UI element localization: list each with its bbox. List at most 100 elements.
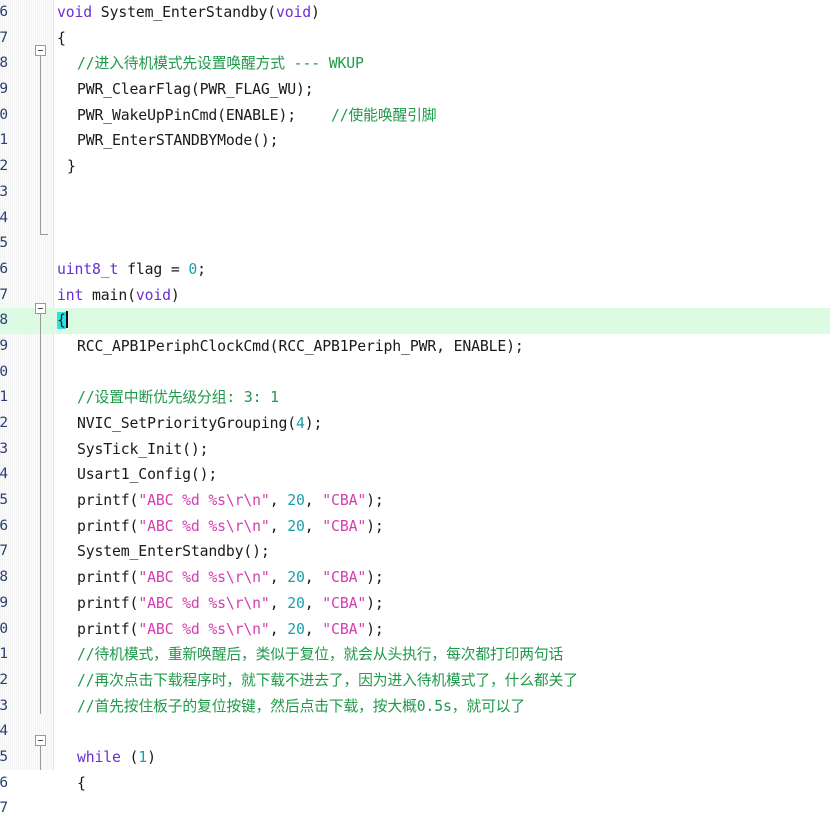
token-call: PWR_WakeUpPinCmd(ENABLE); (77, 106, 296, 124)
token-punct: ); (366, 492, 384, 510)
token-type: int (57, 286, 84, 304)
code-content: void System_EnterStandby(void) (57, 0, 320, 26)
token-punct: ); (366, 620, 384, 638)
token-string: "CBA" (322, 620, 367, 638)
code-content: uint8_t flag = 0; (57, 257, 206, 283)
token-punct: , (304, 492, 323, 510)
code-content: { (57, 26, 66, 52)
code-content: printf("ABC %d %s\r\n", 20, "CBA"); (77, 514, 384, 540)
code-line-33[interactable]: 33 SysTick_Init(); (0, 437, 830, 463)
line-number: 29 (0, 337, 8, 354)
token-call: PWR_EnterSTANDBYMode(); (77, 132, 279, 150)
code-content: printf("ABC %d %s\r\n", 20, "CBA"); (77, 565, 384, 591)
code-content: int main(void) (57, 283, 180, 309)
code-line-23[interactable]: 23 (0, 180, 830, 206)
token-identifier: flag = (118, 260, 189, 278)
code-line-19[interactable]: 19 PWR_ClearFlag(PWR_FLAG_WU); (0, 77, 830, 103)
line-number: 42 (0, 671, 8, 688)
code-line-40[interactable]: 40 printf("ABC %d %s\r\n", 20, "CBA"); (0, 617, 830, 643)
line-number: 26 (0, 260, 8, 277)
code-content: RCC_APB1PeriphClockCmd(RCC_APB1Periph_PW… (77, 334, 524, 360)
code-content: PWR_EnterSTANDBYMode(); (77, 128, 279, 154)
token-punct: , (269, 569, 288, 587)
token-punct: , (269, 517, 288, 535)
token-brace-match: { (57, 312, 66, 330)
fold-toggle-line-28[interactable] (35, 303, 46, 314)
line-number: 16 (0, 4, 8, 20)
token-keyword: void (57, 4, 93, 21)
token-number: 4 (295, 415, 305, 432)
token-comment: //使能唤醒引脚 (331, 106, 437, 124)
line-number: 36 (0, 517, 8, 534)
code-line-21[interactable]: 21 PWR_EnterSTANDBYMode(); (0, 128, 830, 154)
code-line-47[interactable]: 47 (0, 796, 830, 822)
code-line-22[interactable]: 22 } (0, 154, 830, 180)
code-content: //待机模式，重新唤醒后，类似于复位，就会从头执行，每次都打印两句话 (77, 642, 563, 668)
line-number: 17 (0, 29, 8, 46)
line-number: 37 (0, 543, 8, 560)
code-content: } (67, 154, 76, 180)
line-number: 27 (0, 286, 8, 303)
code-line-27[interactable]: 27 int main(void) (0, 283, 830, 309)
code-line-31[interactable]: 31 //设置中断优先级分组: 3: 1 (0, 385, 830, 411)
code-content: printf("ABC %d %s\r\n", 20, "CBA"); (77, 617, 384, 643)
token-brace: } (67, 158, 76, 176)
line-number: 43 (0, 697, 8, 714)
code-line-29[interactable]: 29 RCC_APB1PeriphClockCmd(RCC_APB1Periph… (0, 334, 830, 360)
code-line-43[interactable]: 43 //首先按住板子的复位按键，然后点击下载，按大概0.5s，就可以了 (0, 694, 830, 720)
token-comment: //再次点击下载程序时，就下载不进去了，因为进入待机模式了，什么都关了 (77, 671, 578, 689)
code-line-37[interactable]: 37 System_EnterStandby(); (0, 539, 830, 565)
code-line-41[interactable]: 41 //待机模式，重新唤醒后，类似于复位，就会从头执行，每次都打印两句话 (0, 642, 830, 668)
code-content: //再次点击下载程序时，就下载不进去了，因为进入待机模式了，什么都关了 (77, 668, 578, 694)
code-line-32[interactable]: 32 NVIC_SetPriorityGrouping(4); (0, 411, 830, 437)
token-number: 20 (287, 620, 305, 638)
token-identifier: System_EnterStandby (92, 4, 268, 21)
token-string: "ABC %d %s\r\n" (138, 492, 270, 510)
token-call: SysTick_Init(); (77, 440, 209, 458)
token-call: printf( (77, 594, 139, 612)
line-number: 46 (0, 774, 8, 791)
token-call: PWR_ClearFlag(PWR_FLAG_WU); (77, 81, 314, 99)
code-line-42[interactable]: 42 //再次点击下载程序时，就下载不进去了，因为进入待机模式了，什么都关了 (0, 668, 830, 694)
line-number: 28 (0, 312, 8, 329)
token-call: NVIC_SetPriorityGrouping( (77, 415, 296, 432)
code-line-17[interactable]: 17 { (0, 26, 830, 52)
code-line-38[interactable]: 38 printf("ABC %d %s\r\n", 20, "CBA"); (0, 565, 830, 591)
code-line-36[interactable]: 36 printf("ABC %d %s\r\n", 20, "CBA"); (0, 514, 830, 540)
code-line-45[interactable]: 45 while (1) (0, 745, 830, 771)
code-content: SysTick_Init(); (77, 437, 209, 463)
code-line-39[interactable]: 39 printf("ABC %d %s\r\n", 20, "CBA"); (0, 591, 830, 617)
token-string: "ABC %d %s\r\n" (138, 517, 270, 535)
code-line-16[interactable]: 16 void System_EnterStandby(void) (0, 0, 830, 26)
code-line-34[interactable]: 34 Usart1_Config(); (0, 462, 830, 488)
line-number: 30 (0, 363, 8, 380)
code-line-18[interactable]: 18 //进入待机模式先设置唤醒方式 --- WKUP (0, 51, 830, 77)
code-content: while (1) (77, 745, 156, 771)
code-line-24[interactable]: 24 (0, 206, 830, 232)
line-number: 47 (0, 800, 8, 817)
line-number: 38 (0, 569, 8, 586)
fold-toggle-line-46[interactable] (35, 735, 46, 746)
token-comment: //首先按住板子的复位按键，然后点击下载，按大概0.5s，就可以了 (77, 697, 526, 715)
line-number: 19 (0, 81, 8, 98)
fold-toggle-line-17[interactable] (35, 45, 46, 56)
token-brace: { (57, 29, 66, 47)
code-line-26[interactable]: 26 uint8_t flag = 0; (0, 257, 830, 283)
token-punct: , (269, 594, 288, 612)
code-line-20[interactable]: 20 PWR_WakeUpPinCmd(ENABLE); //使能唤醒引脚 (0, 103, 830, 129)
code-line-25[interactable]: 25 (0, 231, 830, 257)
token-number: 0 (188, 260, 198, 278)
token-identifier: main (83, 286, 128, 304)
code-line-46[interactable]: 46 { (0, 771, 830, 797)
token-number: 1 (138, 748, 148, 766)
line-number: 39 (0, 594, 8, 611)
code-line-28-current[interactable]: 28 { (0, 308, 830, 334)
code-line-44[interactable]: 44 (0, 719, 830, 745)
code-line-35[interactable]: 35 printf("ABC %d %s\r\n", 20, "CBA"); (0, 488, 830, 514)
token-call: RCC_APB1PeriphClockCmd(RCC_APB1Periph_PW… (77, 337, 524, 355)
code-line-30[interactable]: 30 (0, 360, 830, 386)
fold-guide-16-25 (40, 56, 41, 234)
token-keyword: void (135, 286, 171, 304)
code-editor[interactable]: 16 void System_EnterStandby(void) 17 { 1… (0, 0, 830, 816)
